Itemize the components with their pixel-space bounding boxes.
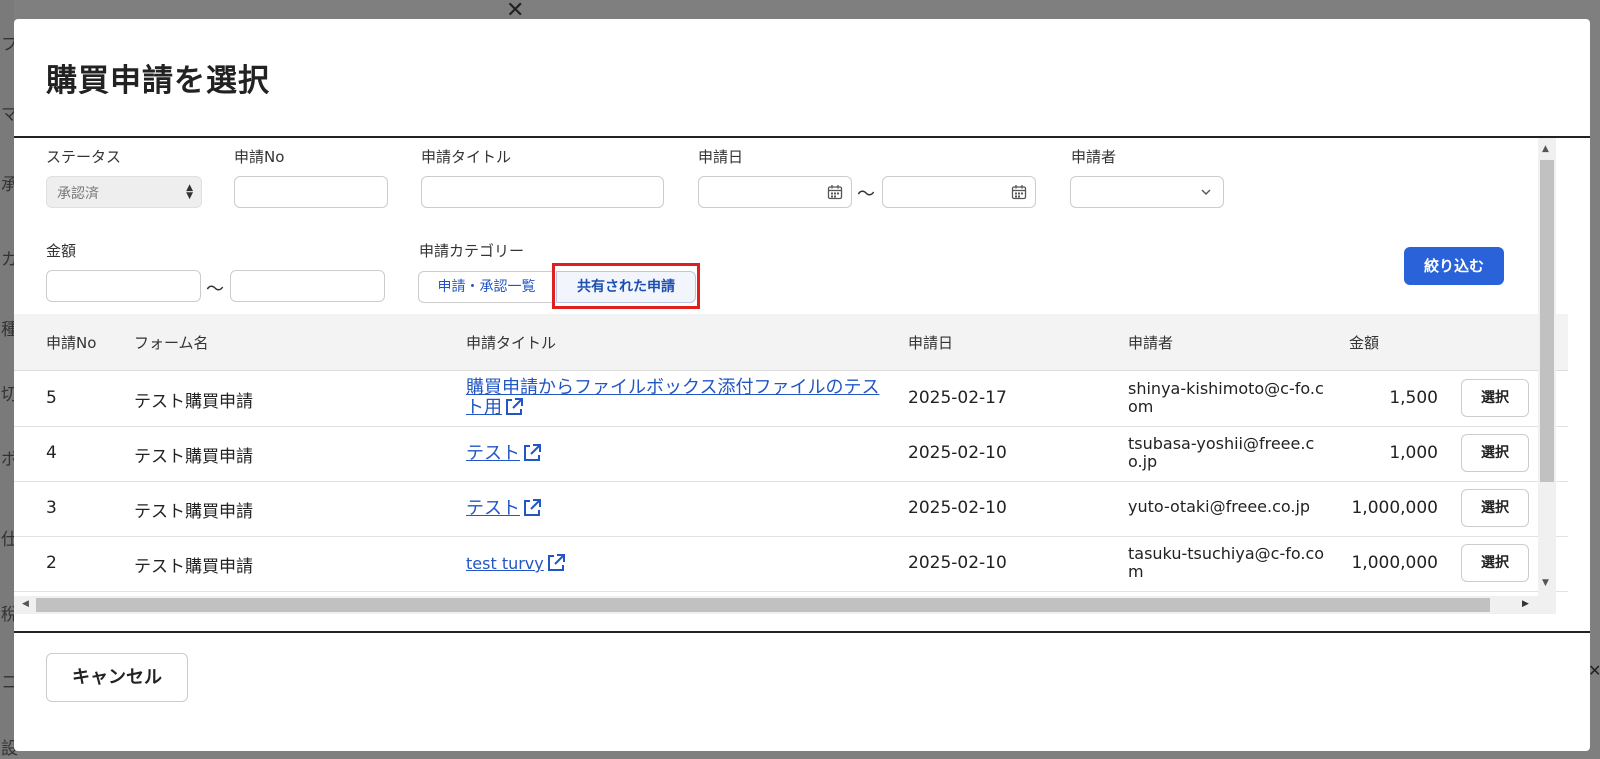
scroll-down-icon[interactable]: ▼ [1542,578,1549,588]
amount-to-input[interactable] [230,270,385,302]
range-separator: 〜 [857,184,875,205]
vertical-scrollbar[interactable]: ▲ ▼ [1538,138,1556,614]
select-arrows-icon: ▲ ▼ [186,183,193,201]
cell-date: 2025-02-10 [908,498,1007,518]
column-header-form: フォーム名 [134,334,209,352]
title-label: 申請タイトル [421,148,512,166]
status-label: ステータス [46,148,122,166]
title-input[interactable] [421,176,664,208]
select-button[interactable]: 選択 [1461,434,1529,472]
cell-date: 2025-02-10 [908,553,1007,573]
external-link-icon[interactable] [546,553,566,573]
cell-amount: 1,000,000 [1351,553,1438,573]
no-input[interactable] [234,176,388,208]
horizontal-scrollbar[interactable]: ◀ ▶ [14,596,1538,614]
cell-no: 4 [46,443,57,463]
chevron-down-icon [1201,189,1211,195]
cell-no: 2 [46,553,57,573]
date-to-input[interactable] [882,176,1036,208]
highlight-box [552,263,700,309]
scroll-content: ステータス 承認済 ▲ ▼ 申請No 申請タイトル 申請日 〜 申請者 金額 〜… [14,138,1568,614]
background-page: フ マ 承 カ 種 切 ボ 仕 稅 コ 設 [0,0,18,759]
cell-form: テスト購買申請 [134,557,253,577]
date-from-input[interactable] [698,176,852,208]
modal-title: 購買申請を選択 [46,63,270,99]
scrollbar-thumb[interactable] [1540,160,1554,482]
cell-form: テスト購買申請 [134,502,253,522]
title-link-text[interactable]: 購買申請からファイルボックス添付ファイルのテスト用 [466,377,879,418]
column-header-applicant: 申請者 [1128,334,1174,352]
title-link[interactable]: 購買申請からファイルボックス添付ファイルのテスト用 [466,378,886,417]
category-label: 申請カテゴリー [419,242,525,260]
cell-date: 2025-02-10 [908,443,1007,463]
cell-form: テスト購買申請 [134,392,253,412]
cell-no: 3 [46,498,57,518]
title-link[interactable]: テスト [466,443,886,463]
cell-applicant: shinya-kishimoto@c-fo.com [1128,379,1324,416]
modal-body: ステータス 承認済 ▲ ▼ 申請No 申請タイトル 申請日 〜 申請者 金額 〜… [14,136,1590,633]
title-link-text[interactable]: test turvy [466,554,544,573]
no-label: 申請No [234,148,285,166]
scroll-up-icon[interactable]: ▲ [1542,144,1549,154]
amount-from-input[interactable] [46,270,201,302]
applicant-select[interactable] [1070,176,1224,208]
column-header-title: 申請タイトル [466,334,557,352]
select-button[interactable]: 選択 [1461,544,1529,582]
filter-button[interactable]: 絞り込む [1404,247,1504,285]
date-label: 申請日 [698,148,744,166]
scrollbar-thumb[interactable] [36,598,1490,612]
title-link[interactable]: テスト [466,498,886,518]
category-option-approval-list[interactable]: 申請・承認一覧 [418,271,554,303]
cell-applicant: tsubasa-yoshii@freee.co.jp [1128,434,1315,471]
calendar-icon[interactable] [1011,184,1027,200]
amount-label: 金額 [46,242,77,260]
cell-applicant: yuto-otaki@freee.co.jp [1128,497,1311,516]
status-value: 承認済 [57,186,99,202]
cell-date: 2025-02-17 [908,388,1007,408]
range-separator: 〜 [206,279,224,300]
calendar-icon[interactable] [827,184,843,200]
select-button[interactable]: 選択 [1461,489,1529,527]
scroll-left-icon[interactable]: ◀ [22,599,29,609]
scroll-right-icon[interactable]: ▶ [1522,599,1529,609]
column-header-amount: 金額 [1349,334,1380,352]
table-header: 申請No フォーム名 申請タイトル 申請日 申請者 金額 [14,314,1568,371]
external-link-icon[interactable] [522,498,542,518]
table-row: 3 テスト購買申請 テスト 2025-02-10 yuto-otaki@free… [14,481,1568,537]
table-row: 5 テスト購買申請 購買申請からファイルボックス添付ファイルのテスト用 2025… [14,371,1568,427]
title-link-text[interactable]: テスト [466,443,520,464]
column-header-no: 申請No [46,334,97,352]
table-row: 4 テスト購買申請 テスト 2025-02-10 tsubasa-yoshii@… [14,426,1568,482]
cell-form: テスト購買申請 [134,447,253,467]
cell-amount: 1,000,000 [1351,498,1438,518]
applicant-label: 申請者 [1071,148,1117,166]
status-select[interactable]: 承認済 ▲ ▼ [46,176,202,208]
column-header-date: 申請日 [908,334,954,352]
external-link-icon[interactable] [522,443,542,463]
table-row: 2 テスト購買申請 test turvy 2025-02-10 tasuku-t… [14,536,1568,592]
select-button[interactable]: 選択 [1461,379,1529,417]
cell-amount: 1,000 [1389,443,1438,463]
cell-applicant: tasuku-tsuchiya@c-fo.com [1128,544,1325,581]
external-link-icon[interactable] [504,397,524,417]
cancel-button[interactable]: キャンセル [46,653,188,702]
title-link-text[interactable]: テスト [466,498,520,519]
select-purchase-request-modal: 購買申請を選択 ステータス 承認済 ▲ ▼ 申請No 申請タイトル 申請日 〜 … [14,19,1590,751]
cell-amount: 1,500 [1389,388,1438,408]
cell-no: 5 [46,388,57,408]
title-link[interactable]: test turvy [466,553,886,573]
